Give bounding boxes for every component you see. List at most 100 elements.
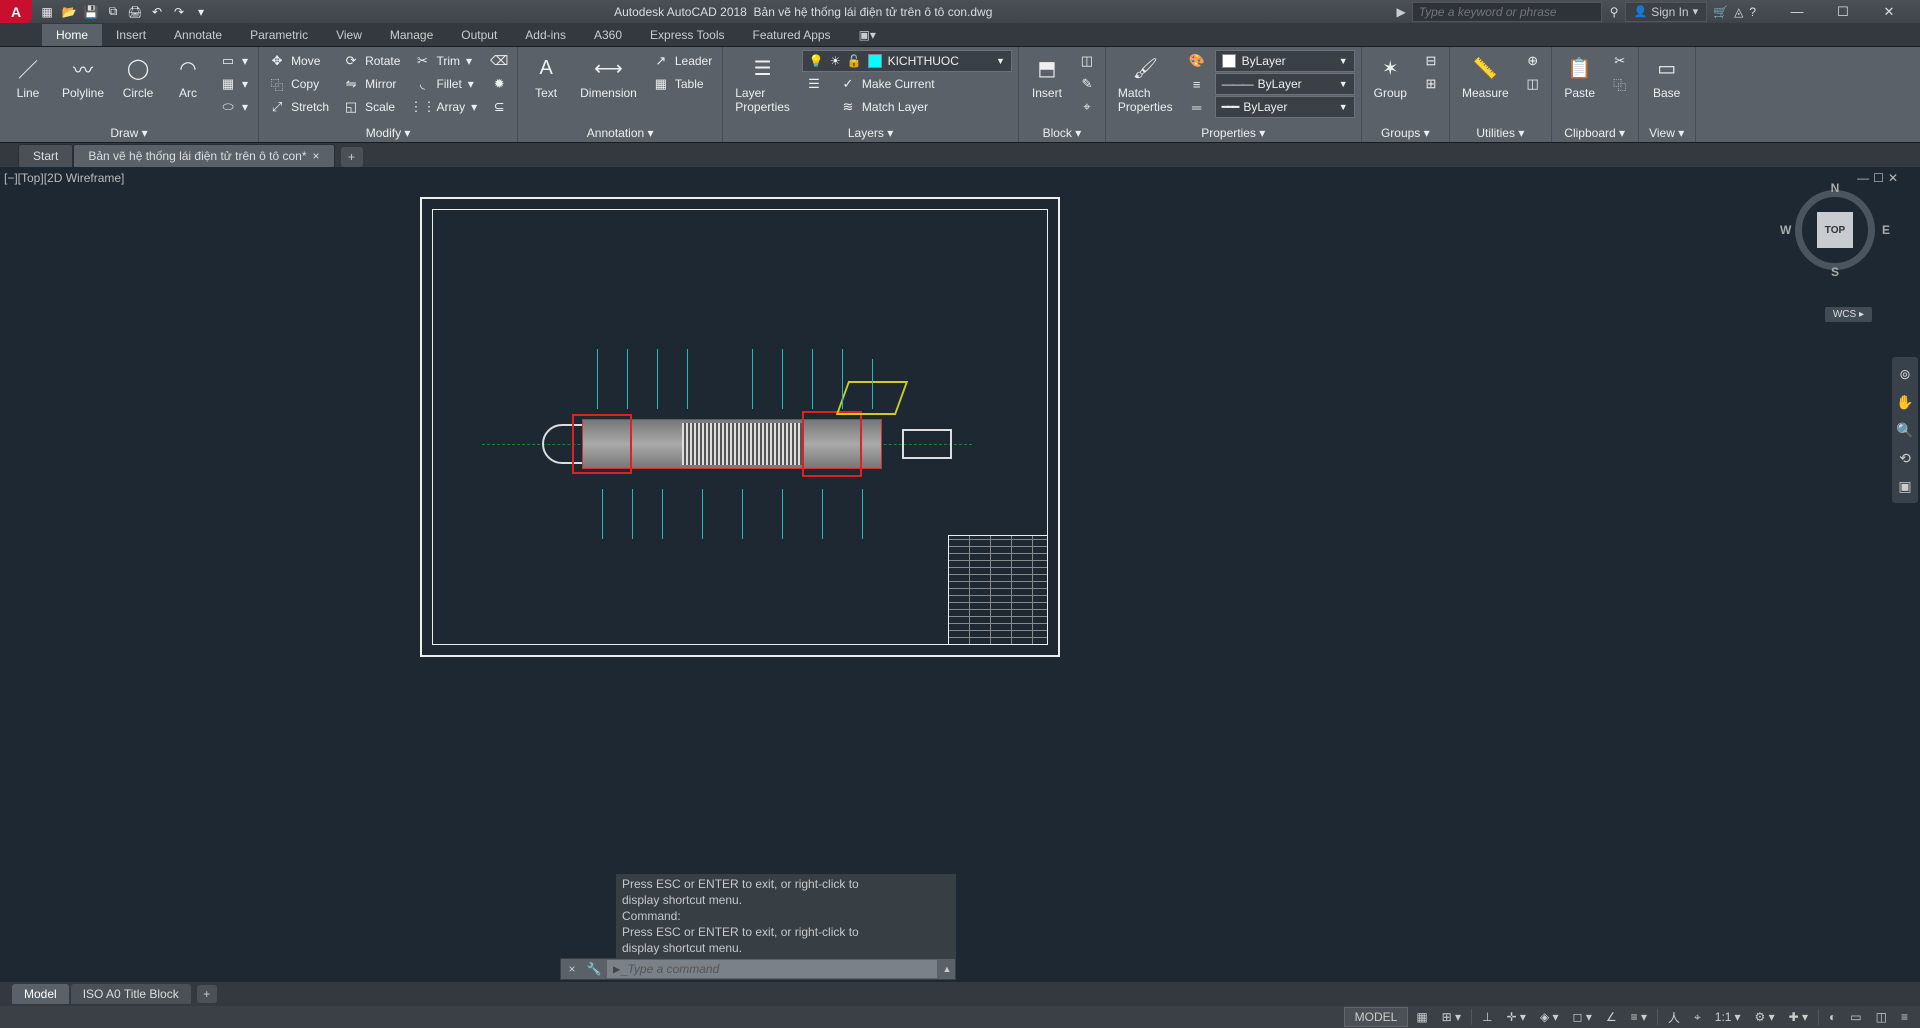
block-create-button[interactable]: ◫ <box>1075 50 1099 72</box>
cmd-recent-icon[interactable]: ▲ <box>939 964 955 974</box>
block-edit-button[interactable]: ✎ <box>1075 73 1099 95</box>
status-osnap-icon[interactable]: ◻ ▾ <box>1567 1008 1598 1026</box>
stretch-button[interactable]: ⤢Stretch <box>265 96 333 118</box>
ribbon-collapse-icon[interactable]: ▣▾ <box>845 24 890 46</box>
file-tab-document[interactable]: Bản vẽ hệ thống lái điện tử trên ô tô co… <box>73 144 334 167</box>
infocenter-icon[interactable]: ⚲ <box>1610 5 1619 19</box>
status-anno-icon[interactable]: 人 <box>1662 1007 1686 1028</box>
tab-parametric[interactable]: Parametric <box>236 24 322 46</box>
status-gear-icon[interactable]: ⚙ ▾ <box>1749 1008 1781 1026</box>
status-ortho-icon[interactable]: ⊥ <box>1476 1008 1498 1026</box>
close-button[interactable]: ✕ <box>1866 0 1912 23</box>
layer-properties-button[interactable]: ☰Layer Properties <box>729 50 796 116</box>
base-button[interactable]: ▭Base <box>1645 50 1689 102</box>
panel-draw-label[interactable]: Draw ▾ <box>6 124 252 142</box>
view-cube[interactable]: N S E W TOP <box>1790 185 1880 275</box>
lineweight-dropdown[interactable]: ━━━ByLayer▼ <box>1215 96 1355 118</box>
move-button[interactable]: ✥Move <box>265 50 333 72</box>
dimension-button[interactable]: ⟷Dimension <box>574 50 643 102</box>
status-iso-icon[interactable]: ◈ ▾ <box>1534 1008 1565 1026</box>
vp-close-icon[interactable]: ✕ <box>1888 171 1898 185</box>
erase-button[interactable]: ⌫ <box>487 50 511 72</box>
status-add-icon[interactable]: ✚ ▾ <box>1783 1008 1814 1026</box>
command-input[interactable]: ▶_ Type a command <box>607 960 937 978</box>
qat-open-icon[interactable]: 📂 <box>60 3 78 21</box>
fillet-button[interactable]: ◟Fillet ▾ <box>410 73 481 95</box>
cmd-customize-icon[interactable]: 🔧 <box>583 962 605 976</box>
explode-button[interactable]: ✹ <box>487 73 511 95</box>
ellipse-button[interactable]: ⬭▾ <box>216 96 252 118</box>
mirror-button[interactable]: ⇋Mirror <box>339 73 404 95</box>
nav-pan-icon[interactable]: ✋ <box>1894 391 1916 413</box>
nav-wheel-icon[interactable]: ⊚ <box>1894 363 1916 385</box>
sign-in-button[interactable]: 👤 Sign In ▾ <box>1625 2 1708 22</box>
drawing-canvas[interactable]: [−][Top][2D Wireframe] — ☐ ✕ N S E W TOP… <box>0 167 1920 982</box>
measure-button[interactable]: 📏Measure <box>1456 50 1515 102</box>
layer-dropdown[interactable]: 💡 ☀ 🔓 KICHTHUOC▼ <box>802 50 1012 72</box>
new-layout-button[interactable]: + <box>197 985 217 1003</box>
status-otrack-icon[interactable]: ∠ <box>1600 1008 1623 1026</box>
tab-insert[interactable]: Insert <box>102 24 160 46</box>
tab-manage[interactable]: Manage <box>376 24 447 46</box>
qat-print-icon[interactable]: 🖨 <box>126 3 144 21</box>
file-tab-start[interactable]: Start <box>18 144 73 167</box>
qat-redo-icon[interactable]: ↷ <box>170 3 188 21</box>
match-layer-button[interactable]: ≋Match Layer <box>836 96 939 118</box>
help-icon[interactable]: ? <box>1749 5 1756 19</box>
minimize-button[interactable]: — <box>1774 0 1820 23</box>
search-play-icon[interactable]: ▶ <box>1391 5 1412 19</box>
status-anno2-icon[interactable]: ⌖ <box>1688 1008 1707 1027</box>
panel-groups-label[interactable]: Groups ▾ <box>1368 124 1443 142</box>
nav-zoom-icon[interactable]: 🔍 <box>1894 419 1916 441</box>
offset-button[interactable]: ⊆ <box>487 96 511 118</box>
layout-tab-iso[interactable]: ISO A0 Title Block <box>71 984 191 1004</box>
scale-button[interactable]: ◱Scale <box>339 96 404 118</box>
a360-icon[interactable]: ◬ <box>1734 5 1743 19</box>
status-lwt-icon[interactable]: ≡ ▾ <box>1625 1008 1653 1026</box>
util-2-button[interactable]: ◫ <box>1521 73 1545 95</box>
qat-saveas-icon[interactable]: ⧉ <box>104 3 122 21</box>
qat-save-icon[interactable]: 💾 <box>82 3 100 21</box>
status-qp-icon[interactable]: ◐ <box>1823 1008 1842 1026</box>
cut-button[interactable]: ✂ <box>1608 50 1632 72</box>
paste-button[interactable]: 📋Paste <box>1558 50 1602 102</box>
qat-new-icon[interactable]: ▦ <box>38 3 56 21</box>
prop-line-icon[interactable]: ≡ <box>1185 73 1209 95</box>
panel-block-label[interactable]: Block ▾ <box>1025 124 1099 142</box>
layout-tab-model[interactable]: Model <box>12 984 69 1004</box>
wcs-indicator[interactable]: WCS ▸ <box>1825 307 1872 322</box>
tab-home[interactable]: Home <box>42 24 102 46</box>
vp-maximize-icon[interactable]: ☐ <box>1873 171 1884 185</box>
hatch-button[interactable]: ▦▾ <box>216 73 252 95</box>
array-button[interactable]: ⋮⋮Array ▾ <box>410 96 481 118</box>
status-polar-icon[interactable]: ✛ ▾ <box>1501 1008 1532 1026</box>
copy-clip-button[interactable]: ⿻ <box>1608 73 1632 95</box>
rectangle-button[interactable]: ▭▾ <box>216 50 252 72</box>
tab-view[interactable]: View <box>322 24 376 46</box>
qat-undo-icon[interactable]: ↶ <box>148 3 166 21</box>
status-snap-icon[interactable]: ⊞ ▾ <box>1436 1008 1467 1026</box>
viewcube-top-face[interactable]: TOP <box>1817 212 1853 248</box>
cmd-close-icon[interactable]: × <box>561 962 583 976</box>
layer-tool-1[interactable]: ☰ <box>802 73 826 95</box>
match-properties-button[interactable]: 🖌Match Properties <box>1112 50 1179 116</box>
tab-close-icon[interactable]: × <box>313 149 320 163</box>
status-iso3-icon[interactable]: ◫ <box>1870 1008 1893 1026</box>
panel-layers-label[interactable]: Layers ▾ <box>729 124 1012 142</box>
prop-color-icon[interactable]: 🎨 <box>1185 50 1209 72</box>
status-clean-icon[interactable]: ▭ <box>1844 1008 1867 1026</box>
status-custom-icon[interactable]: ≡ <box>1895 1008 1914 1026</box>
color-dropdown[interactable]: ByLayer▼ <box>1215 50 1355 72</box>
polyline-button[interactable]: 〰Polyline <box>56 50 110 102</box>
prop-lw-icon[interactable]: ═ <box>1185 96 1209 118</box>
line-button[interactable]: ／Line <box>6 50 50 102</box>
rotate-button[interactable]: ⟳Rotate <box>339 50 404 72</box>
status-scale[interactable]: 1:1 ▾ <box>1709 1008 1747 1026</box>
panel-clipboard-label[interactable]: Clipboard ▾ <box>1558 124 1632 142</box>
text-button[interactable]: AText <box>524 50 568 102</box>
status-grid-icon[interactable]: ▦ <box>1410 1008 1433 1026</box>
ungroup-button[interactable]: ⊟ <box>1419 50 1443 72</box>
copy-button[interactable]: ⿻Copy <box>265 73 333 95</box>
table-button[interactable]: ▦Table <box>649 73 716 95</box>
make-current-button[interactable]: ✓Make Current <box>836 73 939 95</box>
